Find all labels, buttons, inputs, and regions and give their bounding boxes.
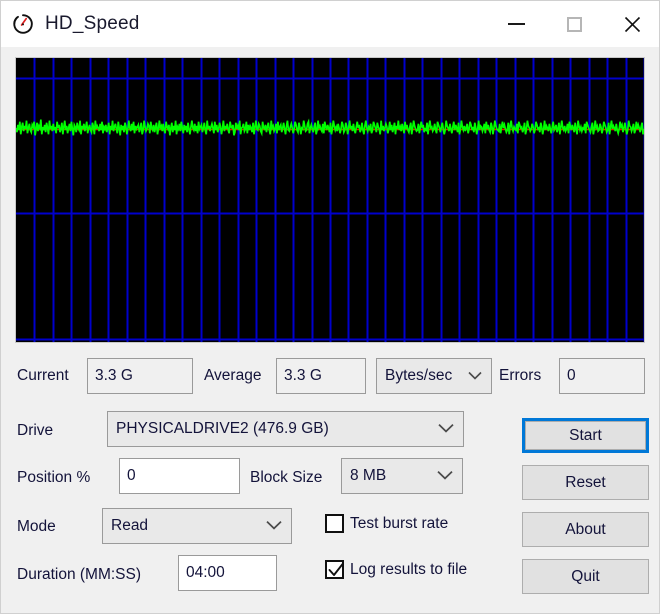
checkmark-icon bbox=[328, 562, 344, 576]
drive-label: Drive bbox=[17, 422, 54, 439]
drive-select[interactable]: PHYSICALDRIVE2 (476.9 GB) bbox=[107, 411, 464, 447]
mode-select-value: Read bbox=[111, 517, 149, 534]
chevron-down-icon bbox=[266, 517, 282, 535]
minimize-icon bbox=[507, 23, 525, 25]
mode-label: Mode bbox=[17, 518, 56, 535]
average-value: 3.3 G bbox=[276, 358, 366, 394]
window-title: HD_Speed bbox=[45, 13, 140, 34]
start-button-label: Start bbox=[569, 426, 602, 444]
quit-button[interactable]: Quit bbox=[522, 559, 649, 594]
start-button[interactable]: Start bbox=[522, 418, 649, 453]
log-results-label: Log results to file bbox=[350, 560, 468, 578]
mode-select[interactable]: Read bbox=[102, 508, 292, 544]
unit-select[interactable]: Bytes/sec bbox=[376, 358, 492, 394]
throughput-graph bbox=[15, 57, 645, 343]
position-label: Position % bbox=[17, 469, 91, 486]
checkmark-icon bbox=[328, 516, 345, 533]
hd-speed-window: HD_Speed Current 3.3 G Average 3.3 G Byt… bbox=[0, 0, 660, 614]
graph-canvas bbox=[16, 58, 644, 342]
errors-label: Errors bbox=[499, 367, 542, 384]
close-icon bbox=[624, 16, 640, 32]
maximize-button[interactable] bbox=[545, 1, 603, 47]
speedometer-icon bbox=[10, 11, 36, 37]
minimize-button[interactable] bbox=[487, 1, 545, 47]
test-burst-rate-checkbox[interactable]: Test burst rate bbox=[325, 514, 448, 533]
block-size-select-value: 8 MB bbox=[350, 467, 387, 484]
chevron-down-icon bbox=[468, 367, 482, 385]
close-button[interactable] bbox=[603, 1, 659, 47]
checkbox-box bbox=[325, 514, 344, 533]
current-value: 3.3 G bbox=[87, 358, 193, 394]
average-label: Average bbox=[204, 367, 262, 384]
unit-select-value: Bytes/sec bbox=[385, 367, 453, 384]
current-label: Current bbox=[17, 367, 69, 384]
maximize-icon bbox=[566, 16, 582, 32]
about-button-label: About bbox=[565, 520, 606, 538]
duration-input-value: 04:00 bbox=[186, 564, 225, 581]
chevron-down-icon bbox=[437, 467, 453, 485]
block-size-label: Block Size bbox=[250, 469, 323, 486]
test-burst-rate-label: Test burst rate bbox=[350, 514, 449, 532]
about-button[interactable]: About bbox=[522, 512, 649, 547]
window-controls bbox=[487, 1, 659, 47]
drive-select-value: PHYSICALDRIVE2 (476.9 GB) bbox=[116, 420, 329, 437]
quit-button-label: Quit bbox=[571, 567, 600, 585]
reset-button-label: Reset bbox=[565, 473, 606, 491]
title-bar: HD_Speed bbox=[1, 1, 659, 47]
reset-button[interactable]: Reset bbox=[522, 465, 649, 500]
errors-value: 0 bbox=[559, 358, 645, 394]
position-input-value: 0 bbox=[127, 467, 136, 484]
position-input[interactable]: 0 bbox=[119, 458, 240, 494]
log-results-checkbox[interactable]: Log results to file bbox=[325, 560, 467, 579]
duration-label: Duration (MM:SS) bbox=[17, 566, 142, 583]
checkbox-box bbox=[325, 560, 344, 579]
duration-input[interactable]: 04:00 bbox=[178, 555, 277, 591]
block-size-select[interactable]: 8 MB bbox=[341, 458, 463, 494]
chevron-down-icon bbox=[438, 420, 454, 438]
